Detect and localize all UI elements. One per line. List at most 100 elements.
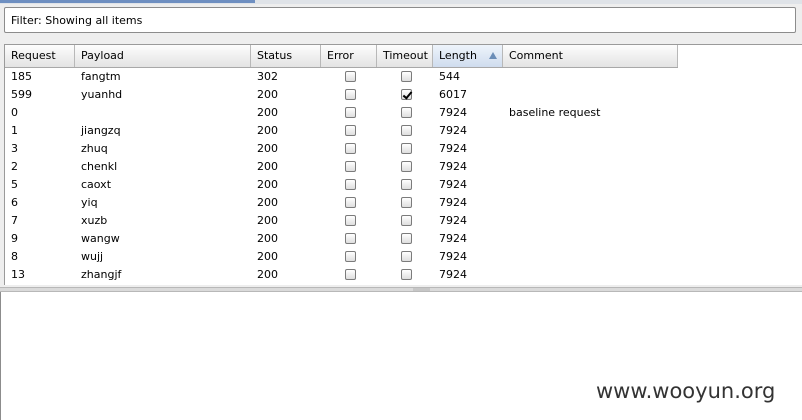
error-checkbox[interactable] [345, 161, 356, 172]
cell-status: 200 [257, 178, 278, 191]
cell-request: 599 [11, 88, 32, 101]
table-row[interactable]: 8 wujj 200 7924 [5, 248, 678, 266]
timeout-checkbox[interactable] [401, 125, 412, 136]
table-row[interactable]: 3 zhuq 200 7924 [5, 140, 678, 158]
cell-comment [503, 122, 678, 140]
table-row[interactable]: 9 wangw 200 7924 [5, 230, 678, 248]
top-tab-strip [0, 0, 802, 4]
cell-payload: caoxt [81, 178, 112, 191]
cell-comment: baseline request [509, 106, 601, 119]
error-checkbox[interactable] [345, 269, 356, 280]
table-row[interactable]: 6 yiq 200 7924 [5, 194, 678, 212]
column-header-error[interactable]: Error [321, 45, 377, 67]
cell-comment [503, 176, 678, 194]
table-row[interactable]: 185 fangtm 302 544 [5, 68, 678, 86]
cell-request: 0 [11, 106, 18, 119]
column-header-comment[interactable]: Comment [503, 45, 678, 67]
error-checkbox[interactable] [345, 125, 356, 136]
watermark: www.wooyun.org [596, 379, 776, 403]
cell-length: 7924 [439, 124, 467, 137]
cell-comment [503, 68, 678, 86]
column-header-request[interactable]: Request [5, 45, 75, 67]
error-checkbox[interactable] [345, 71, 356, 82]
cell-request: 7 [11, 214, 18, 227]
cell-length: 7924 [439, 178, 467, 191]
cell-status: 200 [257, 196, 278, 209]
cell-payload: jiangzq [81, 124, 121, 137]
cell-payload: xuzb [81, 214, 108, 227]
cell-length: 7924 [439, 160, 467, 173]
cell-comment [503, 230, 678, 248]
error-checkbox[interactable] [345, 143, 356, 154]
timeout-checkbox[interactable] [401, 71, 412, 82]
cell-length: 6017 [439, 88, 467, 101]
error-checkbox[interactable] [345, 197, 356, 208]
results-table: Request Payload Status Error Timeout Len… [4, 44, 802, 285]
error-checkbox[interactable] [345, 233, 356, 244]
column-header-label: Request [11, 49, 56, 62]
timeout-checkbox[interactable] [401, 197, 412, 208]
cell-comment [503, 194, 678, 212]
error-checkbox[interactable] [345, 215, 356, 226]
cell-request: 1 [11, 124, 18, 137]
timeout-checkbox[interactable] [401, 215, 412, 226]
timeout-checkbox[interactable] [401, 251, 412, 262]
column-header-timeout[interactable]: Timeout [377, 45, 433, 67]
table-row[interactable]: 2 chenkl 200 7924 [5, 158, 678, 176]
table-row[interactable]: 599 yuanhd 200 6017 [5, 86, 678, 104]
column-header-label: Length [439, 49, 477, 62]
filter-label: Filter: Showing all items [11, 14, 143, 27]
cell-request: 6 [11, 196, 18, 209]
table-row[interactable]: 1 jiangzq 200 7924 [5, 122, 678, 140]
error-checkbox[interactable] [345, 251, 356, 262]
cell-payload: yuanhd [81, 88, 123, 101]
cell-comment [503, 212, 678, 230]
cell-status: 200 [257, 214, 278, 227]
timeout-checkbox[interactable] [401, 179, 412, 190]
error-checkbox[interactable] [345, 89, 356, 100]
cell-payload: zhangjf [81, 268, 122, 281]
cell-length: 7924 [439, 250, 467, 263]
cell-status: 302 [257, 70, 278, 83]
timeout-checkbox[interactable] [401, 107, 412, 118]
table-row[interactable]: 13 zhangjf 200 7924 [5, 266, 678, 284]
cell-payload: wangw [81, 232, 120, 245]
timeout-checkbox[interactable] [401, 269, 412, 280]
cell-payload: wujj [81, 250, 104, 263]
table-row[interactable]: 5 caoxt 200 7924 [5, 176, 678, 194]
cell-payload: yiq [81, 196, 98, 209]
timeout-checkbox[interactable] [401, 89, 412, 100]
cell-request: 2 [11, 160, 18, 173]
timeout-checkbox[interactable] [401, 161, 412, 172]
table-row[interactable]: 0 200 7924 baseline request [5, 104, 678, 122]
cell-request: 8 [11, 250, 18, 263]
cell-payload [75, 104, 251, 122]
error-checkbox[interactable] [345, 107, 356, 118]
cell-length: 7924 [439, 142, 467, 155]
column-header-label: Comment [509, 49, 563, 62]
cell-status: 200 [257, 124, 278, 137]
filter-bar[interactable]: Filter: Showing all items [4, 7, 796, 33]
cell-payload: zhuq [81, 142, 108, 155]
column-header-label: Error [327, 49, 354, 62]
timeout-checkbox[interactable] [401, 233, 412, 244]
cell-payload: fangtm [81, 70, 121, 83]
cell-length: 7924 [439, 232, 467, 245]
column-header-length[interactable]: Length [433, 45, 503, 67]
cell-status: 200 [257, 250, 278, 263]
column-header-payload[interactable]: Payload [75, 45, 251, 67]
table-row[interactable]: 7 xuzb 200 7924 [5, 212, 678, 230]
cell-length: 7924 [439, 268, 467, 281]
cell-status: 200 [257, 160, 278, 173]
cell-request: 3 [11, 142, 18, 155]
divider-grip-icon[interactable] [413, 288, 430, 291]
error-checkbox[interactable] [345, 179, 356, 190]
cell-status: 200 [257, 142, 278, 155]
cell-status: 200 [257, 106, 278, 119]
timeout-checkbox[interactable] [401, 143, 412, 154]
column-header-label: Timeout [383, 49, 428, 62]
cell-comment [503, 140, 678, 158]
cell-length: 7924 [439, 196, 467, 209]
column-header-status[interactable]: Status [251, 45, 321, 67]
column-header-label: Status [257, 49, 293, 62]
